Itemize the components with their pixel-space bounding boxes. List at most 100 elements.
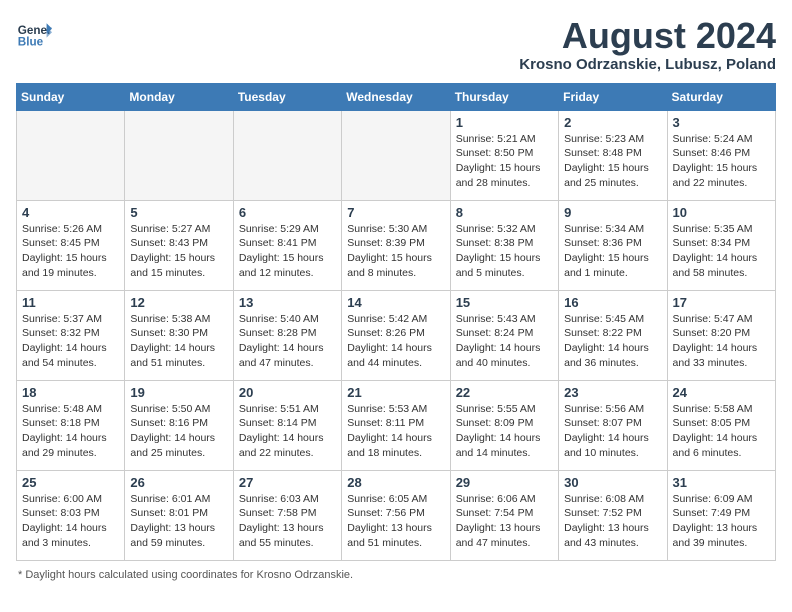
calendar-week-row: 4 Sunrise: 5:26 AM Sunset: 8:45 PM Daylig… [17, 200, 776, 290]
calendar-cell: 12 Sunrise: 5:38 AM Sunset: 8:30 PM Dayli… [125, 290, 233, 380]
day-info: Sunrise: 6:01 AM Sunset: 8:01 PM Dayligh… [130, 492, 227, 551]
col-header-sunday: Sunday [17, 83, 125, 110]
calendar-cell: 28Sunrise: 6:05 AM Sunset: 7:56 PM Dayli… [342, 470, 450, 560]
calendar-cell: 5Sunrise: 5:27 AM Sunset: 8:43 PM Daylig… [125, 200, 233, 290]
col-header-wednesday: Wednesday [342, 83, 450, 110]
col-header-monday: Monday [125, 83, 233, 110]
calendar-cell: 4 Sunrise: 5:26 AM Sunset: 8:45 PM Daylig… [17, 200, 125, 290]
col-header-thursday: Thursday [450, 83, 558, 110]
day-number: 12 [130, 295, 227, 310]
calendar-cell: 8 Sunrise: 5:32 AM Sunset: 8:38 PM Daylig… [450, 200, 558, 290]
day-number: 4 [22, 205, 119, 220]
day-number: 10 [673, 205, 770, 220]
calendar-cell [233, 110, 341, 200]
calendar-cell: 1 Sunrise: 5:21 AM Sunset: 8:50 PM Daylig… [450, 110, 558, 200]
page-header: General Blue August 2024 Krosno Odrzansk… [16, 16, 776, 73]
day-info: Sunrise: 5:58 AM Sunset: 8:05 PM Dayligh… [673, 402, 770, 461]
day-info: Sunrise: 6:05 AM Sunset: 7:56 PM Dayligh… [347, 492, 444, 551]
col-header-friday: Friday [559, 83, 667, 110]
day-info: Sunrise: 5:53 AM Sunset: 8:11 PM Dayligh… [347, 402, 444, 461]
calendar-cell: 17 Sunrise: 5:47 AM Sunset: 8:20 PM Dayli… [667, 290, 775, 380]
calendar-cell: 19 Sunrise: 5:50 AM Sunset: 8:16 PM Dayli… [125, 380, 233, 470]
day-info: Sunrise: 5:24 AM Sunset: 8:46 PM Dayligh… [673, 132, 770, 191]
calendar-cell: 13Sunrise: 5:40 AM Sunset: 8:28 PM Dayli… [233, 290, 341, 380]
day-info: Sunrise: 5:32 AM Sunset: 8:38 PM Dayligh… [456, 222, 553, 281]
svg-text:Blue: Blue [18, 36, 44, 49]
day-number: 16 [564, 295, 661, 310]
day-info: Sunrise: 5:38 AM Sunset: 8:30 PM Dayligh… [130, 312, 227, 371]
calendar-cell: 25Sunrise: 6:00 AM Sunset: 8:03 PM Dayli… [17, 470, 125, 560]
calendar-cell: 24 Sunrise: 5:58 AM Sunset: 8:05 PM Dayli… [667, 380, 775, 470]
calendar-cell: 22 Sunrise: 5:55 AM Sunset: 8:09 PM Dayli… [450, 380, 558, 470]
logo: General Blue [16, 16, 52, 52]
calendar-week-row: 1 Sunrise: 5:21 AM Sunset: 8:50 PM Daylig… [17, 110, 776, 200]
day-info: Sunrise: 5:50 AM Sunset: 8:16 PM Dayligh… [130, 402, 227, 461]
day-info: Sunrise: 5:55 AM Sunset: 8:09 PM Dayligh… [456, 402, 553, 461]
day-number: 15 [456, 295, 553, 310]
day-info: Sunrise: 5:26 AM Sunset: 8:45 PM Dayligh… [22, 222, 119, 281]
day-number: 19 [130, 385, 227, 400]
calendar-week-row: 18Sunrise: 5:48 AM Sunset: 8:18 PM Dayli… [17, 380, 776, 470]
day-info: Sunrise: 5:43 AM Sunset: 8:24 PM Dayligh… [456, 312, 553, 371]
day-number: 29 [456, 475, 553, 490]
day-info: Sunrise: 6:00 AM Sunset: 8:03 PM Dayligh… [22, 492, 119, 551]
day-number: 5 [130, 205, 227, 220]
footer-note: * Daylight hours calculated using coordi… [16, 569, 776, 581]
calendar-cell: 14 Sunrise: 5:42 AM Sunset: 8:26 PM Dayli… [342, 290, 450, 380]
calendar-week-row: 11 Sunrise: 5:37 AM Sunset: 8:32 PM Dayli… [17, 290, 776, 380]
day-number: 22 [456, 385, 553, 400]
day-number: 30 [564, 475, 661, 490]
calendar-cell: 18Sunrise: 5:48 AM Sunset: 8:18 PM Dayli… [17, 380, 125, 470]
day-number: 14 [347, 295, 444, 310]
day-info: Sunrise: 5:21 AM Sunset: 8:50 PM Dayligh… [456, 132, 553, 191]
day-info: Sunrise: 5:23 AM Sunset: 8:48 PM Dayligh… [564, 132, 661, 191]
calendar-cell: 21 Sunrise: 5:53 AM Sunset: 8:11 PM Dayli… [342, 380, 450, 470]
calendar-cell: 31 Sunrise: 6:09 AM Sunset: 7:49 PM Dayli… [667, 470, 775, 560]
day-info: Sunrise: 5:35 AM Sunset: 8:34 PM Dayligh… [673, 222, 770, 281]
logo-icon: General Blue [16, 16, 52, 52]
day-info: Sunrise: 5:51 AM Sunset: 8:14 PM Dayligh… [239, 402, 336, 461]
calendar-cell: 2 Sunrise: 5:23 AM Sunset: 8:48 PM Daylig… [559, 110, 667, 200]
calendar-cell [342, 110, 450, 200]
day-number: 1 [456, 115, 553, 130]
day-number: 23 [564, 385, 661, 400]
day-number: 2 [564, 115, 661, 130]
day-number: 11 [22, 295, 119, 310]
day-number: 17 [673, 295, 770, 310]
day-number: 31 [673, 475, 770, 490]
day-number: 24 [673, 385, 770, 400]
day-number: 8 [456, 205, 553, 220]
day-info: Sunrise: 6:09 AM Sunset: 7:49 PM Dayligh… [673, 492, 770, 551]
calendar-cell: 7Sunrise: 5:30 AM Sunset: 8:39 PM Daylig… [342, 200, 450, 290]
calendar-header-row: SundayMondayTuesdayWednesdayThursdayFrid… [17, 83, 776, 110]
day-number: 6 [239, 205, 336, 220]
day-info: Sunrise: 5:34 AM Sunset: 8:36 PM Dayligh… [564, 222, 661, 281]
day-info: Sunrise: 5:37 AM Sunset: 8:32 PM Dayligh… [22, 312, 119, 371]
col-header-tuesday: Tuesday [233, 83, 341, 110]
calendar-cell: 15 Sunrise: 5:43 AM Sunset: 8:24 PM Dayli… [450, 290, 558, 380]
calendar-cell: 10 Sunrise: 5:35 AM Sunset: 8:34 PM Dayli… [667, 200, 775, 290]
day-number: 3 [673, 115, 770, 130]
calendar-cell [17, 110, 125, 200]
calendar-cell: 16Sunrise: 5:45 AM Sunset: 8:22 PM Dayli… [559, 290, 667, 380]
day-number: 18 [22, 385, 119, 400]
footer-note-text: Daylight hours [25, 569, 95, 581]
day-number: 27 [239, 475, 336, 490]
calendar-cell [125, 110, 233, 200]
day-info: Sunrise: 5:56 AM Sunset: 8:07 PM Dayligh… [564, 402, 661, 461]
day-info: Sunrise: 5:47 AM Sunset: 8:20 PM Dayligh… [673, 312, 770, 371]
calendar-cell: 11 Sunrise: 5:37 AM Sunset: 8:32 PM Dayli… [17, 290, 125, 380]
day-info: Sunrise: 6:08 AM Sunset: 7:52 PM Dayligh… [564, 492, 661, 551]
month-year-title: August 2024 [519, 16, 776, 56]
day-info: Sunrise: 5:42 AM Sunset: 8:26 PM Dayligh… [347, 312, 444, 371]
calendar-cell: 3 Sunrise: 5:24 AM Sunset: 8:46 PM Daylig… [667, 110, 775, 200]
calendar-cell: 30 Sunrise: 6:08 AM Sunset: 7:52 PM Dayli… [559, 470, 667, 560]
day-info: Sunrise: 5:29 AM Sunset: 8:41 PM Dayligh… [239, 222, 336, 281]
calendar-cell: 23 Sunrise: 5:56 AM Sunset: 8:07 PM Dayli… [559, 380, 667, 470]
day-info: Sunrise: 6:06 AM Sunset: 7:54 PM Dayligh… [456, 492, 553, 551]
col-header-saturday: Saturday [667, 83, 775, 110]
calendar-cell: 6 Sunrise: 5:29 AM Sunset: 8:41 PM Daylig… [233, 200, 341, 290]
day-number: 13 [239, 295, 336, 310]
day-number: 21 [347, 385, 444, 400]
calendar-cell: 9Sunrise: 5:34 AM Sunset: 8:36 PM Daylig… [559, 200, 667, 290]
